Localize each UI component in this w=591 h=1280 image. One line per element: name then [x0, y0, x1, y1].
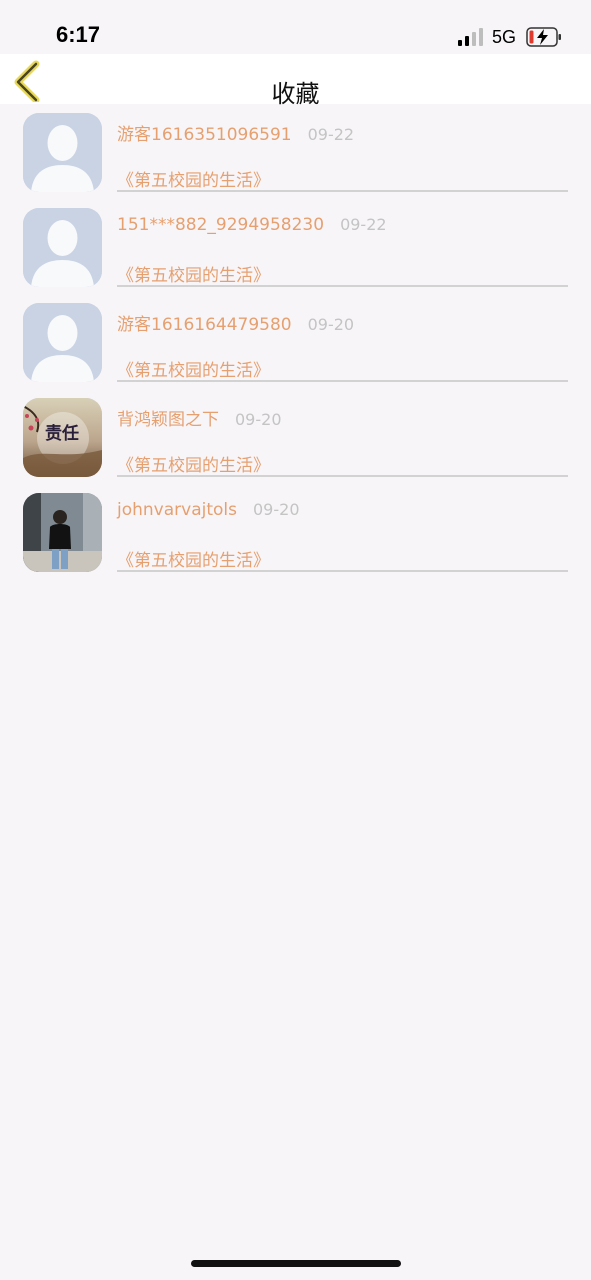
- divider: [117, 190, 568, 192]
- default-person-icon: [23, 113, 102, 192]
- divider: [117, 570, 568, 572]
- svg-text:责任: 责任: [45, 423, 79, 444]
- photo-avatar: 责任: [23, 398, 102, 477]
- list-item[interactable]: 游客1616351096591 09-22 《第五校园的生活》: [0, 110, 591, 205]
- list-item[interactable]: 游客1616164479580 09-20 《第五校园的生活》: [0, 300, 591, 395]
- favorites-list: 游客1616351096591 09-22 《第五校园的生活》 151***882…: [0, 110, 591, 585]
- list-item[interactable]: 责任 背鸿颖图之下 09-20 《第五校园的生活》: [0, 395, 591, 490]
- work-title[interactable]: 《第五校园的生活》: [117, 261, 270, 286]
- page-title: 收藏: [271, 80, 320, 108]
- home-indicator[interactable]: [191, 1260, 401, 1267]
- list-item[interactable]: 151***882_9294958230 09-22 《第五校园的生活》: [0, 205, 591, 300]
- date-label: 09-20: [235, 410, 282, 429]
- default-person-icon: [23, 208, 102, 287]
- status-time: 6:17: [56, 22, 101, 47]
- work-title[interactable]: 《第五校园的生活》: [117, 451, 270, 476]
- list-item[interactable]: johnvarvajtols 09-20 《第五校园的生活》: [0, 490, 591, 585]
- work-title[interactable]: 《第五校园的生活》: [117, 166, 270, 191]
- date-label: 09-20: [307, 315, 355, 334]
- divider: [117, 475, 568, 477]
- work-title[interactable]: 《第五校园的生活》: [117, 546, 270, 571]
- network-label: 5G: [492, 27, 517, 47]
- date-label: 09-22: [307, 125, 355, 144]
- divider: [117, 285, 568, 287]
- divider: [117, 380, 568, 382]
- user-name: 背鸿颖图之下: [117, 410, 219, 430]
- status-bar: 6:17 5G: [0, 0, 591, 54]
- signal-icon: [458, 28, 484, 46]
- photo-avatar: [23, 493, 102, 572]
- battery-charging-icon: [526, 27, 562, 47]
- user-name: 游客1616351096591: [117, 125, 292, 145]
- default-person-icon: [23, 303, 102, 382]
- user-name: 游客1616164479580: [117, 315, 292, 335]
- nav-bar: 收藏: [0, 54, 591, 108]
- work-title[interactable]: 《第五校园的生活》: [117, 356, 270, 381]
- date-label: 09-22: [340, 215, 387, 234]
- user-name: 151***882_9294958230: [117, 215, 325, 235]
- date-label: 09-20: [253, 500, 300, 519]
- user-name: johnvarvajtols: [117, 500, 237, 520]
